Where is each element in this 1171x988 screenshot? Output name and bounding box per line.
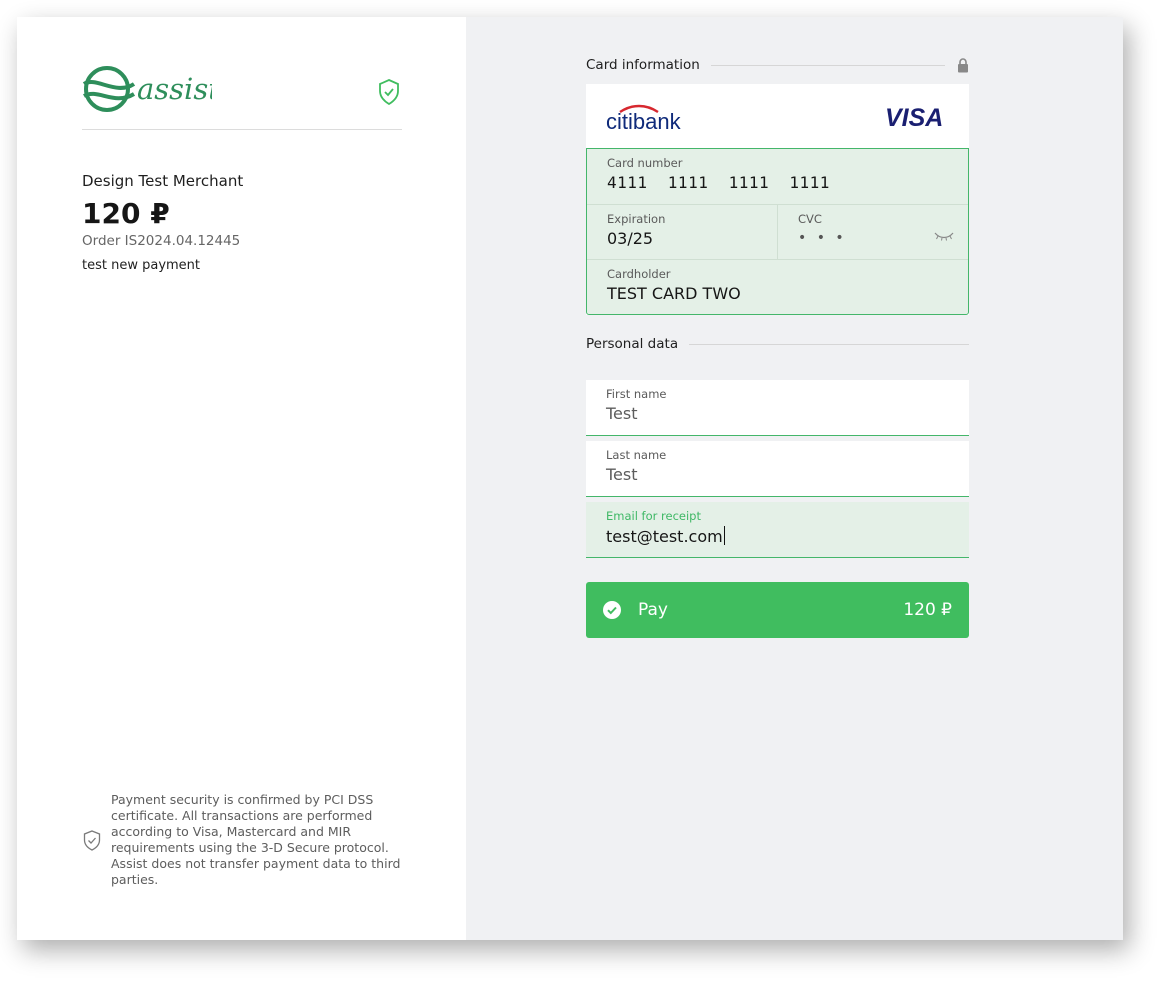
svg-text:citibank: citibank [606, 109, 682, 131]
card-brand-header: citibank VISA [586, 84, 969, 148]
email-label: Email for receipt [606, 509, 701, 523]
text-caret [723, 526, 726, 545]
security-note: Payment security is confirmed by PCI DSS… [111, 792, 401, 887]
cvc-field[interactable]: CVC • • • [777, 205, 968, 260]
lock-icon [958, 57, 968, 72]
cardholder-label: Cardholder [607, 267, 671, 281]
svg-text:assist: assist [137, 72, 212, 106]
card-number-field[interactable]: Card number 4111 1111 1111 1111 [587, 149, 968, 204]
payment-amount: 120 ₽ [82, 197, 170, 230]
expiration-label: Expiration [607, 212, 666, 226]
divider [689, 343, 969, 345]
merchant-panel: assist Design Test Merchant 120 ₽ Order … [17, 17, 466, 940]
divider [82, 129, 402, 130]
last-name-label: Last name [606, 448, 667, 462]
divider [710, 64, 945, 66]
first-name-label: First name [606, 387, 667, 401]
email-field[interactable]: Email for receipt test@test.com [586, 502, 969, 558]
merchant-name: Design Test Merchant [82, 172, 244, 190]
check-circle-icon [603, 601, 621, 619]
cvc-label: CVC [798, 212, 822, 226]
payment-description: test new payment [82, 258, 201, 273]
card-number-input[interactable]: 4111 1111 1111 1111 [607, 173, 948, 192]
expiration-input[interactable]: 03/25 [607, 229, 757, 248]
last-name-field[interactable]: Last name Test [586, 441, 969, 497]
cardholder-input[interactable]: TEST CARD TWO [607, 284, 948, 303]
eye-closed-icon[interactable] [934, 231, 954, 241]
email-input-wrap[interactable]: test@test.com [606, 526, 949, 546]
personal-section-header: Personal data [586, 336, 969, 352]
citibank-logo: citibank [606, 104, 682, 131]
shield-check-icon [83, 830, 101, 851]
card-form: citibank VISA Card number 4111 1111 1111… [586, 84, 969, 315]
first-name-input[interactable]: Test [606, 404, 949, 423]
personal-section-title: Personal data [586, 336, 679, 352]
pay-button-label: Pay [638, 600, 668, 620]
pay-button-amount: 120 ₽ [903, 600, 952, 620]
shield-check-icon [379, 79, 399, 105]
card-section-header: Card information [586, 57, 969, 73]
card-section-title: Card information [586, 57, 700, 73]
svg-text:VISA: VISA [885, 104, 943, 129]
cardholder-field[interactable]: Cardholder TEST CARD TWO [587, 259, 968, 314]
assist-logo: assist [82, 66, 212, 112]
last-name-input[interactable]: Test [606, 465, 949, 484]
cvc-input[interactable]: • • • [798, 230, 948, 246]
visa-logo: VISA [885, 104, 943, 129]
card-fields: Card number 4111 1111 1111 1111 Expirati… [586, 148, 969, 315]
card-number-label: Card number [607, 156, 683, 170]
expiration-field[interactable]: Expiration 03/25 [587, 205, 777, 260]
first-name-field[interactable]: First name Test [586, 380, 969, 436]
pay-button[interactable]: Pay 120 ₽ [586, 582, 969, 638]
email-input[interactable]: test@test.com [606, 527, 723, 546]
order-number: Order IS2024.04.12445 [82, 233, 241, 249]
expiry-cvc-row: Expiration 03/25 CVC • • • [587, 204, 968, 260]
